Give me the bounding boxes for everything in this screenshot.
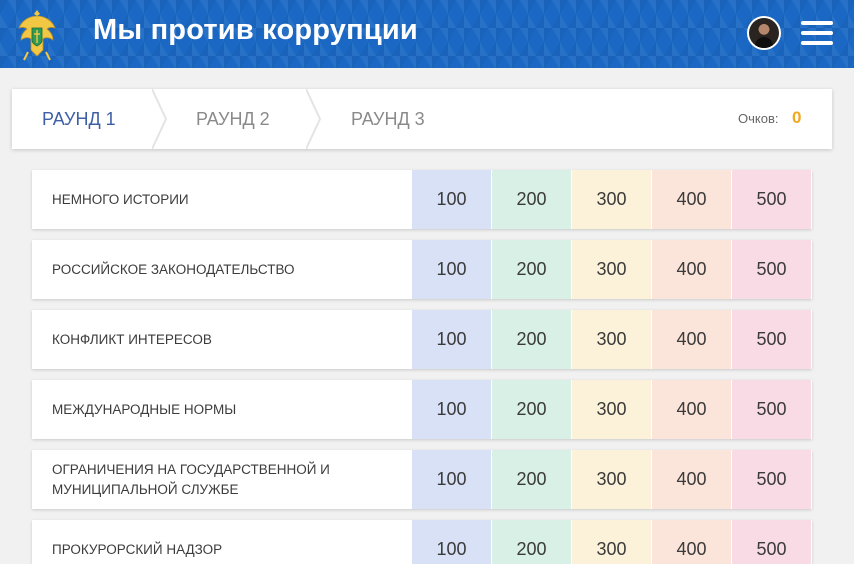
question-cell-100[interactable]: 100 — [412, 520, 491, 564]
question-cell-400[interactable]: 400 — [652, 380, 731, 439]
question-cell-500[interactable]: 500 — [732, 450, 811, 509]
chevron-separator-icon — [306, 89, 322, 149]
category-row: ОГРАНИЧЕНИЯ НА ГОСУДАРСТВЕННОЙ И МУНИЦИП… — [32, 450, 812, 509]
question-cell-400[interactable]: 400 — [652, 170, 731, 229]
question-cell-400[interactable]: 400 — [652, 450, 731, 509]
question-cell-200[interactable]: 200 — [492, 240, 571, 299]
menu-bar — [801, 21, 833, 25]
question-cell-300[interactable]: 300 — [572, 170, 651, 229]
category-row: КОНФЛИКТ ИНТЕРЕСОВ 100 200 300 400 500 — [32, 310, 812, 369]
question-cell-500[interactable]: 500 — [732, 520, 811, 564]
question-cell-100[interactable]: 100 — [412, 450, 491, 509]
question-cell-100[interactable]: 100 — [412, 240, 491, 299]
app-title: Мы против коррупции — [93, 14, 418, 46]
question-cell-300[interactable]: 300 — [572, 310, 651, 369]
tab-round-1[interactable]: РАУНД 1 — [42, 89, 116, 149]
category-label: КОНФЛИКТ ИНТЕРЕСОВ — [52, 331, 212, 347]
hamburger-menu-icon[interactable] — [801, 19, 833, 47]
category-row: РОССИЙСКОЕ ЗАКОНОДАТЕЛЬСТВО 100 200 300 … — [32, 240, 812, 299]
app-header: Мы против коррупции — [0, 0, 854, 68]
chevron-separator-icon — [152, 89, 168, 149]
avatar-photo — [749, 18, 779, 48]
user-avatar[interactable] — [747, 16, 781, 50]
question-cell-400[interactable]: 400 — [652, 240, 731, 299]
menu-bar — [801, 31, 833, 35]
tab-round-2[interactable]: РАУНД 2 — [196, 89, 270, 149]
category-row: НЕМНОГО ИСТОРИИ 100 200 300 400 500 — [32, 170, 812, 229]
category-label: ПРОКУРОРСКИЙ НАДЗОР — [52, 541, 223, 557]
question-cell-300[interactable]: 300 — [572, 380, 651, 439]
question-cell-400[interactable]: 400 — [652, 310, 731, 369]
score-value: 0 — [792, 108, 802, 127]
question-cell-200[interactable]: 200 — [492, 520, 571, 564]
category-row: МЕЖДУНАРОДНЫЕ НОРМЫ 100 200 300 400 500 — [32, 380, 812, 439]
question-cell-500[interactable]: 500 — [732, 170, 811, 229]
score-label: Очков: — [738, 111, 779, 126]
category-label: МЕЖДУНАРОДНЫЕ НОРМЫ — [52, 401, 237, 417]
question-cell-400[interactable]: 400 — [652, 520, 731, 564]
tab-round-3[interactable]: РАУНД 3 — [351, 89, 425, 149]
question-cell-200[interactable]: 200 — [492, 380, 571, 439]
category-label: РОССИЙСКОЕ ЗАКОНОДАТЕЛЬСТВО — [52, 261, 295, 277]
question-cell-200[interactable]: 200 — [492, 170, 571, 229]
question-cell-300[interactable]: 300 — [572, 450, 651, 509]
question-cell-500[interactable]: 500 — [732, 240, 811, 299]
double-headed-eagle-emblem-icon — [18, 10, 56, 61]
question-cell-200[interactable]: 200 — [492, 450, 571, 509]
question-cell-100[interactable]: 100 — [412, 170, 491, 229]
category-label: ОГРАНИЧЕНИЯ НА ГОСУДАРСТВЕННОЙ И МУНИЦИП… — [52, 461, 330, 497]
menu-bar — [801, 41, 833, 45]
category-row: ПРОКУРОРСКИЙ НАДЗОР 100 200 300 400 500 — [32, 520, 812, 564]
rounds-bar: РАУНД 1 РАУНД 2 РАУНД 3 Очков: 0 — [12, 89, 832, 149]
question-cell-100[interactable]: 100 — [412, 310, 491, 369]
question-cell-300[interactable]: 300 — [572, 520, 651, 564]
question-cell-300[interactable]: 300 — [572, 240, 651, 299]
question-cell-200[interactable]: 200 — [492, 310, 571, 369]
category-label: НЕМНОГО ИСТОРИИ — [52, 191, 189, 207]
question-cell-500[interactable]: 500 — [732, 310, 811, 369]
question-cell-100[interactable]: 100 — [412, 380, 491, 439]
question-cell-500[interactable]: 500 — [732, 380, 811, 439]
